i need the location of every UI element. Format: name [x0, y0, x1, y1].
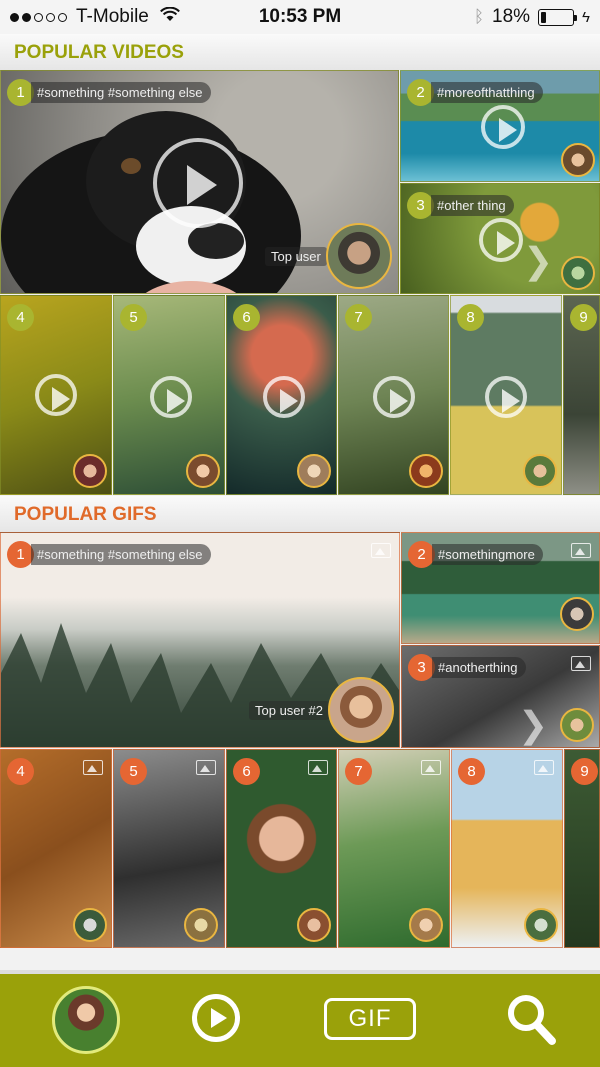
video-tile-9[interactable]: 9: [563, 295, 600, 495]
image-icon: [196, 760, 216, 775]
video-tile-2[interactable]: 2 #moreofthatthing: [400, 70, 600, 182]
hashtag-label: #moreofthatthing: [431, 82, 543, 103]
chevron-right-icon[interactable]: ❯: [523, 240, 553, 282]
battery-percent: 18%: [492, 6, 531, 27]
video-tile-8[interactable]: 8: [450, 295, 562, 495]
user-avatar[interactable]: [561, 256, 595, 290]
image-icon: [308, 760, 328, 775]
search-icon[interactable]: [505, 992, 557, 1047]
play-icon[interactable]: [373, 376, 415, 418]
battery-level: [541, 11, 547, 23]
gif-tile-8[interactable]: 8: [451, 749, 563, 948]
user-avatar[interactable]: [523, 454, 557, 488]
play-icon[interactable]: [150, 376, 192, 418]
user-avatar[interactable]: [184, 908, 218, 942]
image-icon: [534, 760, 554, 775]
play-icon[interactable]: [485, 376, 527, 418]
rank-badge: 5: [120, 758, 147, 785]
gif-tile-9[interactable]: 9: [564, 749, 600, 948]
image-icon: [421, 760, 441, 775]
rank-badge: 5: [120, 304, 147, 331]
rank-badge: 8: [458, 758, 485, 785]
image-icon: [83, 760, 103, 775]
charging-icon: ϟ: [582, 8, 590, 26]
video-tile-3[interactable]: 3 #other thing ❯: [400, 183, 600, 294]
gif-tile-6[interactable]: 6: [226, 749, 337, 948]
user-avatar[interactable]: [328, 677, 394, 743]
user-avatar[interactable]: [297, 908, 331, 942]
hashtag-label: #something #something else: [31, 544, 211, 565]
play-icon[interactable]: [153, 138, 243, 228]
play-icon[interactable]: [192, 994, 240, 1042]
image-icon: [571, 543, 591, 558]
rank-badge: 3: [407, 192, 434, 219]
gif-tile-5[interactable]: 5: [113, 749, 225, 948]
top-user-label: Top user #2: [249, 701, 329, 720]
battery-icon: [538, 8, 578, 26]
video-tile-1[interactable]: 1 #something #something else Top user: [0, 70, 399, 294]
rank-badge: 4: [7, 758, 34, 785]
gif-tile-1[interactable]: 1 #something #something else Top user #2: [0, 532, 400, 748]
gif-tile-2[interactable]: 2 #somethingmore: [401, 532, 600, 644]
bottom-nav: GIF: [0, 974, 600, 1067]
rank-badge: 7: [345, 758, 372, 785]
section-title-videos: POPULAR VIDEOS: [14, 42, 184, 63]
user-avatar[interactable]: [560, 597, 594, 631]
rank-badge: 1: [7, 541, 34, 568]
rank-badge: 2: [408, 541, 435, 568]
profile-avatar[interactable]: [52, 986, 120, 1054]
gif-tile-4[interactable]: 4: [0, 749, 112, 948]
rank-badge: 2: [407, 79, 434, 106]
user-avatar[interactable]: [297, 454, 331, 488]
video-tile-5[interactable]: 5: [113, 295, 225, 495]
hashtag-label: #anotherthing: [432, 657, 526, 678]
rank-badge: 8: [457, 304, 484, 331]
gif-tile-7[interactable]: 7: [338, 749, 450, 948]
rank-badge: 6: [233, 758, 260, 785]
video-tile-6[interactable]: 6: [226, 295, 337, 495]
play-icon[interactable]: [479, 218, 523, 262]
bluetooth-icon: ᛒ: [473, 7, 485, 26]
section-header-videos: POPULAR VIDEOS: [0, 34, 600, 70]
play-icon[interactable]: [481, 105, 525, 149]
user-avatar[interactable]: [73, 908, 107, 942]
section-header-gifs: POPULAR GIFS: [0, 496, 600, 532]
video-tile-7[interactable]: 7: [338, 295, 449, 495]
user-avatar[interactable]: [409, 908, 443, 942]
user-avatar[interactable]: [409, 454, 443, 488]
rank-badge: 1: [7, 79, 34, 106]
rank-badge: 6: [233, 304, 260, 331]
gif-button[interactable]: GIF: [324, 998, 416, 1040]
rank-badge: 4: [7, 304, 34, 331]
image-icon: [371, 543, 391, 558]
hashtag-label: #other thing: [431, 195, 514, 216]
rank-badge: 3: [408, 654, 435, 681]
gif-tile-3[interactable]: 3 #anotherthing ❯: [401, 645, 600, 748]
rank-badge: 9: [571, 758, 598, 785]
user-avatar[interactable]: [561, 143, 595, 177]
play-icon[interactable]: [35, 374, 77, 416]
status-bar: T-Mobile 10:53 PM ᛒ 18% ϟ: [0, 0, 600, 34]
hashtag-label: #somethingmore: [432, 544, 543, 565]
user-avatar[interactable]: [186, 454, 220, 488]
play-icon[interactable]: [263, 376, 305, 418]
rank-badge: 9: [570, 304, 597, 331]
section-title-gifs: POPULAR GIFS: [14, 504, 157, 525]
video-tile-4[interactable]: 4: [0, 295, 112, 495]
chevron-right-icon[interactable]: ❯: [518, 704, 548, 746]
user-avatar[interactable]: [560, 708, 594, 742]
rank-badge: 7: [345, 304, 372, 331]
image-icon: [571, 656, 591, 671]
top-user-label: Top user: [265, 247, 327, 266]
user-avatar[interactable]: [326, 223, 392, 289]
user-avatar[interactable]: [73, 454, 107, 488]
user-avatar[interactable]: [524, 908, 558, 942]
hashtag-label: #something #something else: [31, 82, 211, 103]
